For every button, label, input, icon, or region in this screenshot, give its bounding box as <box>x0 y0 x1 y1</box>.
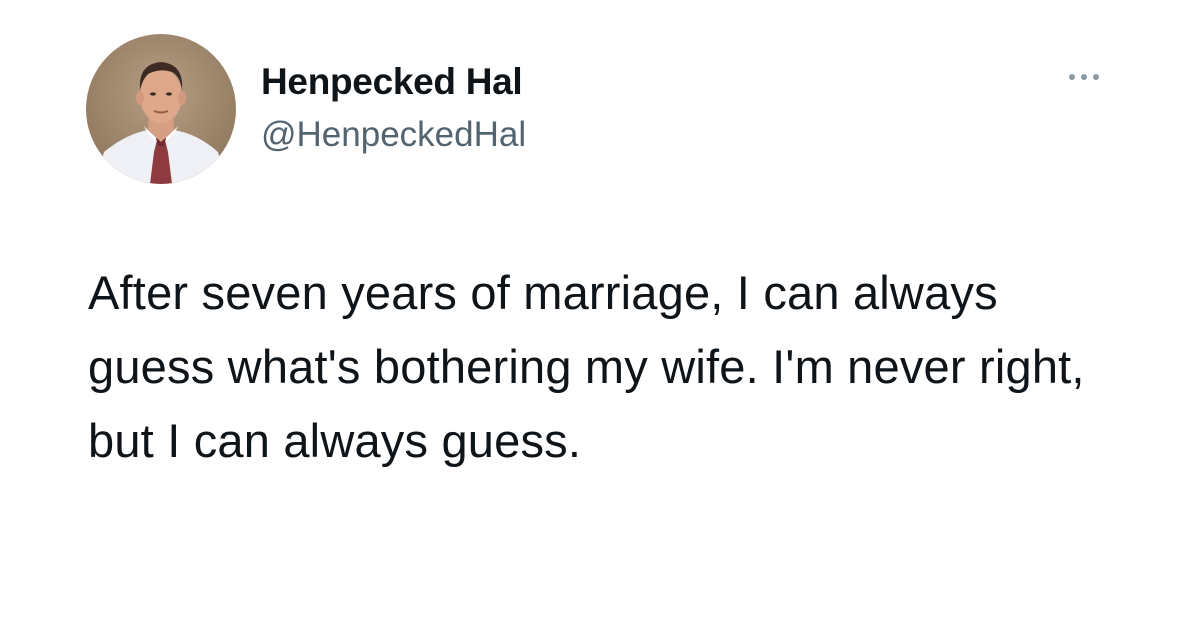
more-options-button[interactable] <box>1061 62 1107 92</box>
author-display-name[interactable]: Henpecked Hal <box>261 60 523 104</box>
avatar[interactable] <box>86 34 236 184</box>
profile-photo-icon <box>86 34 236 184</box>
author-handle[interactable]: @HenpeckedHal <box>261 114 526 156</box>
tweet-text: After seven years of marriage, I can alw… <box>88 266 1085 467</box>
tweet-card: Henpecked Hal @HenpeckedHal After seven … <box>0 0 1200 628</box>
more-options-icon <box>1069 74 1099 80</box>
